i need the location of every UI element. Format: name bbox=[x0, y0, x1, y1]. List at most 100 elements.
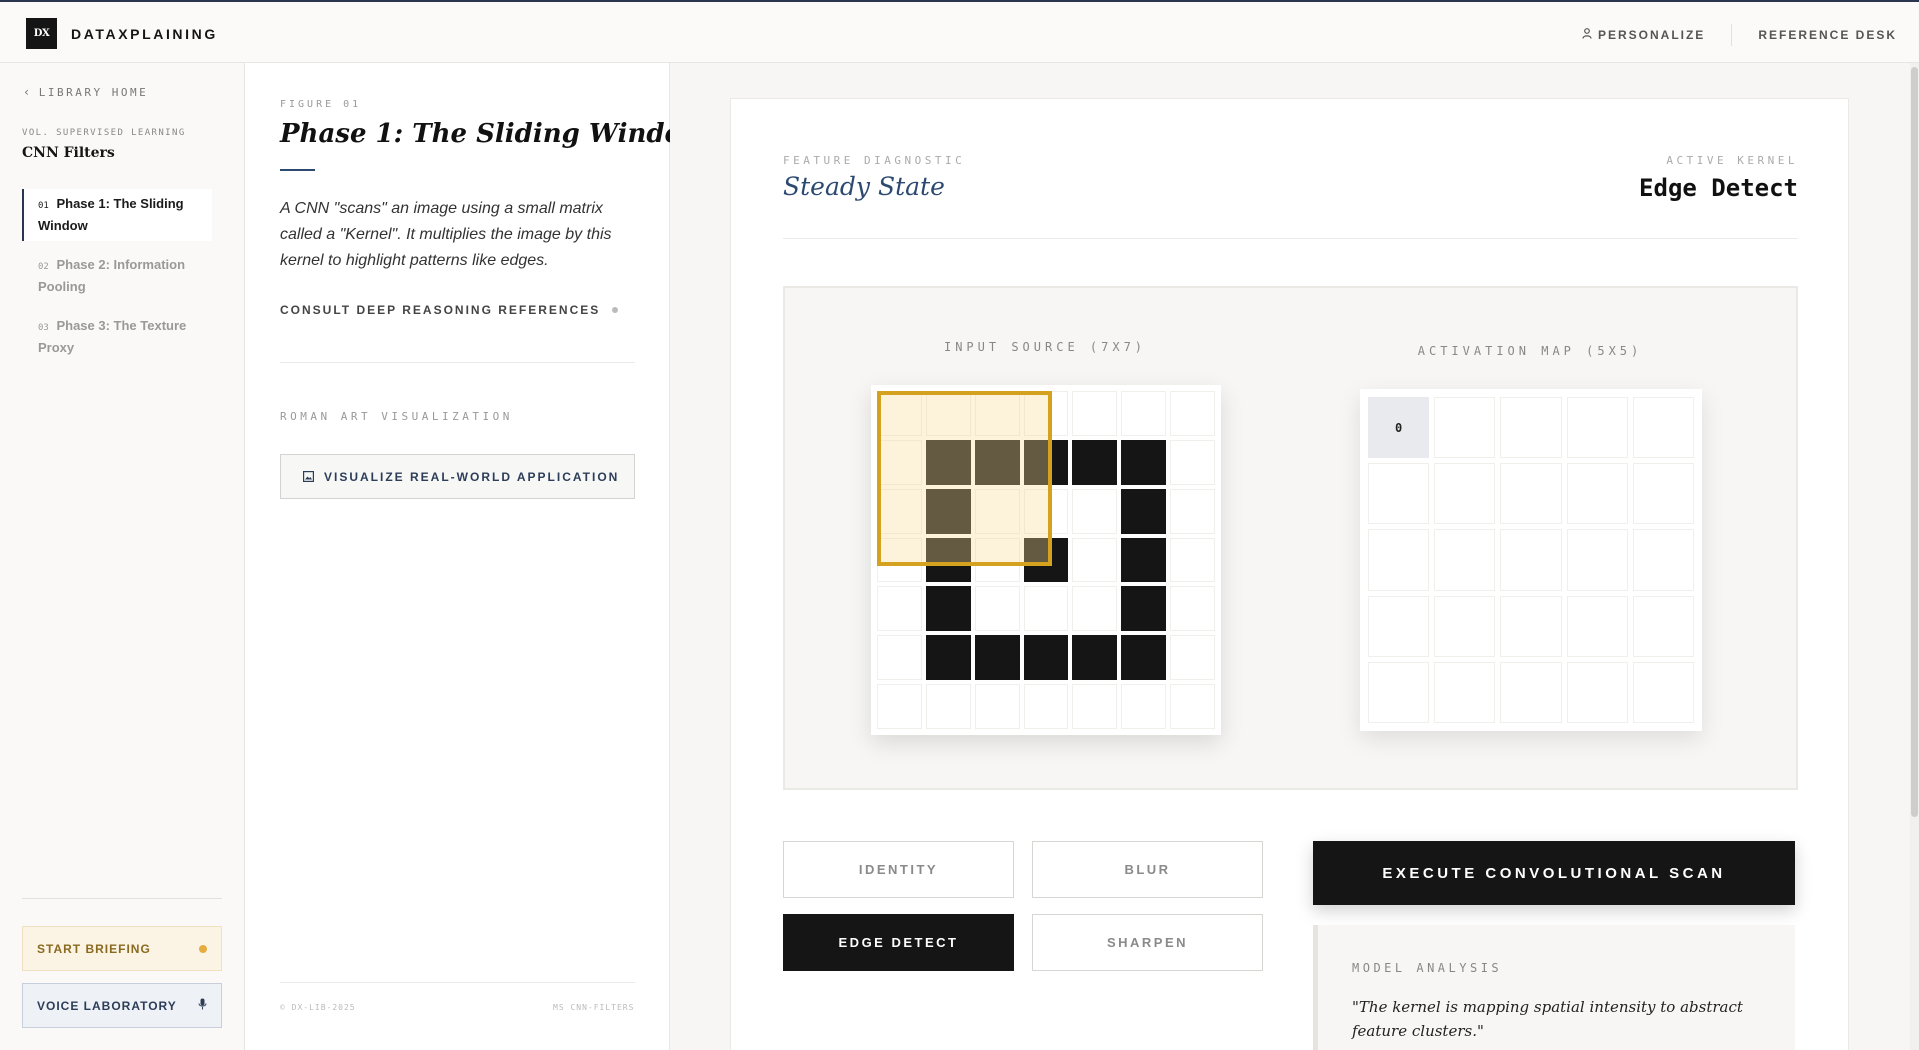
input-pixel bbox=[925, 586, 971, 632]
activation-cell bbox=[1368, 595, 1430, 657]
feature-diagnostic-label: FEATURE DIAGNOSTIC bbox=[783, 154, 966, 167]
sidebar-item-phase-2[interactable]: 02 Phase 2: Information Pooling bbox=[22, 250, 212, 302]
kernel-edge-detect-button[interactable]: EDGE DETECT bbox=[783, 914, 1014, 971]
activation-cell bbox=[1500, 529, 1562, 591]
activation-cell bbox=[1434, 463, 1496, 525]
status-dot-icon bbox=[199, 944, 207, 953]
scrollbar-thumb[interactable] bbox=[1911, 67, 1918, 817]
visualize-application-button[interactable]: VISUALIZE REAL-WORLD APPLICATION bbox=[280, 454, 635, 499]
model-analysis-label: MODEL ANALYSIS bbox=[1352, 961, 1503, 975]
input-pixel bbox=[1023, 635, 1069, 681]
input-pixel bbox=[1072, 635, 1118, 681]
lesson-description: A CNN "scans" an image using a small mat… bbox=[280, 200, 612, 269]
activation-cell bbox=[1500, 397, 1562, 459]
input-pixel bbox=[1072, 439, 1118, 485]
start-briefing-button[interactable]: START BRIEFING bbox=[22, 926, 222, 971]
sidebar-item-phase-3[interactable]: 03 Phase 3: The Texture Proxy bbox=[22, 311, 212, 363]
activation-cell bbox=[1434, 529, 1496, 591]
consult-references-label: CONSULT DEEP REASONING REFERENCES bbox=[280, 303, 601, 317]
activation-cell bbox=[1500, 661, 1562, 723]
person-icon bbox=[1582, 28, 1592, 42]
phase-label: Phase 3: The Texture Proxy bbox=[38, 318, 187, 355]
kernel-identity-button[interactable]: IDENTITY bbox=[783, 841, 1014, 898]
roman-art-label: ROMAN ART VISUALIZATION bbox=[280, 410, 513, 423]
input-pixel bbox=[1170, 684, 1215, 729]
activation-cell bbox=[1566, 463, 1628, 525]
input-pixel bbox=[1072, 391, 1118, 436]
main-area: FEATURE DIAGNOSTIC Steady State ACTIVE K… bbox=[670, 63, 1919, 1050]
input-pixel bbox=[1121, 537, 1167, 583]
activation-cell bbox=[1632, 397, 1694, 459]
consult-references-link[interactable]: CONSULT DEEP REASONING REFERENCES bbox=[280, 303, 619, 317]
volume-label: VOL. SUPERVISED LEARNING bbox=[22, 128, 186, 138]
reference-desk-link[interactable]: REFERENCE DESK bbox=[1758, 28, 1897, 42]
voice-laboratory-label: VOICE LABORATORY bbox=[37, 998, 177, 1013]
activation-cell bbox=[1632, 463, 1694, 525]
activation-cell bbox=[1566, 661, 1628, 723]
phase-number: 01 bbox=[38, 201, 49, 211]
phase-label: Phase 2: Information Pooling bbox=[38, 257, 186, 294]
activation-cell bbox=[1632, 529, 1694, 591]
figure-label: FIGURE 01 bbox=[280, 99, 362, 110]
activation-cell bbox=[1500, 595, 1562, 657]
top-nav: PERSONALIZE REFERENCE DESK bbox=[1582, 24, 1897, 46]
scrollbar[interactable] bbox=[1910, 63, 1919, 1050]
visualize-application-label: VISUALIZE REAL-WORLD APPLICATION bbox=[324, 469, 620, 484]
input-pixel bbox=[1170, 635, 1215, 681]
input-pixel bbox=[1170, 586, 1215, 632]
input-pixel bbox=[1023, 586, 1069, 632]
input-pixel bbox=[1072, 684, 1118, 729]
input-pixel bbox=[925, 684, 971, 729]
convolution-visualizer: INPUT SOURCE (7X7) ACTIVATION MAP (5X5) … bbox=[783, 286, 1798, 790]
voice-laboratory-button[interactable]: VOICE LABORATORY bbox=[22, 983, 222, 1028]
activation-cell bbox=[1566, 595, 1628, 657]
activation-cell bbox=[1434, 595, 1496, 657]
sidebar: ‹ LIBRARY HOME VOL. SUPERVISED LEARNING … bbox=[0, 63, 245, 1050]
phase-number: 03 bbox=[38, 323, 49, 333]
visualization-card: FEATURE DIAGNOSTIC Steady State ACTIVE K… bbox=[730, 98, 1849, 1050]
input-pixel bbox=[1023, 684, 1069, 729]
activation-cell: 0 bbox=[1368, 397, 1430, 459]
nav-divider bbox=[1731, 24, 1733, 46]
brand-logo: DX bbox=[26, 18, 57, 49]
input-pixel bbox=[1072, 537, 1118, 583]
input-pixel bbox=[1121, 391, 1167, 436]
activation-grid: 0 bbox=[1360, 389, 1702, 731]
input-source-label: INPUT SOURCE (7X7) bbox=[943, 340, 1147, 354]
top-bar: DX DATAXPLAINING PERSONALIZE REFERENCE D… bbox=[0, 0, 1919, 63]
volume-title: CNN Filters bbox=[22, 145, 115, 161]
input-pixel bbox=[1170, 488, 1215, 534]
activation-cell bbox=[1566, 397, 1628, 459]
phase-list: 01 Phase 1: The Sliding Window 02 Phase … bbox=[22, 189, 212, 372]
footer-copyright: © DX-LIB-2025 bbox=[280, 1003, 356, 1012]
title-underline bbox=[280, 169, 315, 171]
library-home-link[interactable]: ‹ LIBRARY HOME bbox=[23, 85, 148, 99]
input-pixel bbox=[1121, 439, 1167, 485]
status-dot-icon bbox=[612, 307, 619, 313]
microphone-icon bbox=[198, 998, 207, 1013]
execute-scan-button[interactable]: EXECUTE CONVOLUTIONAL SCAN bbox=[1313, 841, 1795, 905]
personalize-link[interactable]: PERSONALIZE bbox=[1582, 28, 1705, 42]
activation-cell bbox=[1566, 529, 1628, 591]
brand[interactable]: DX DATAXPLAINING bbox=[26, 18, 218, 49]
sidebar-item-phase-1[interactable]: 01 Phase 1: The Sliding Window bbox=[22, 189, 212, 241]
input-pixel bbox=[1072, 488, 1118, 534]
feature-diagnostic-value: Steady State bbox=[783, 172, 945, 201]
divider bbox=[280, 362, 635, 363]
input-pixel bbox=[974, 684, 1020, 729]
footer-manuscript-id: MS CNN-FILTERS bbox=[553, 1003, 635, 1012]
input-pixel bbox=[877, 586, 922, 632]
kernel-sharpen-button[interactable]: SHARPEN bbox=[1032, 914, 1263, 971]
activation-cell bbox=[1500, 463, 1562, 525]
kernel-window[interactable] bbox=[877, 391, 1052, 566]
activation-cell bbox=[1368, 529, 1430, 591]
activation-cell bbox=[1434, 661, 1496, 723]
input-pixel bbox=[877, 684, 922, 729]
activation-map-label: ACTIVATION MAP (5X5) bbox=[1417, 344, 1643, 358]
footer-divider bbox=[280, 982, 635, 983]
model-analysis-panel: MODEL ANALYSIS "The kernel is mapping sp… bbox=[1313, 925, 1795, 1050]
input-pixel bbox=[1121, 488, 1167, 534]
chevron-left-icon: ‹ bbox=[23, 85, 33, 99]
kernel-blur-button[interactable]: BLUR bbox=[1032, 841, 1263, 898]
input-pixel bbox=[1121, 684, 1167, 729]
